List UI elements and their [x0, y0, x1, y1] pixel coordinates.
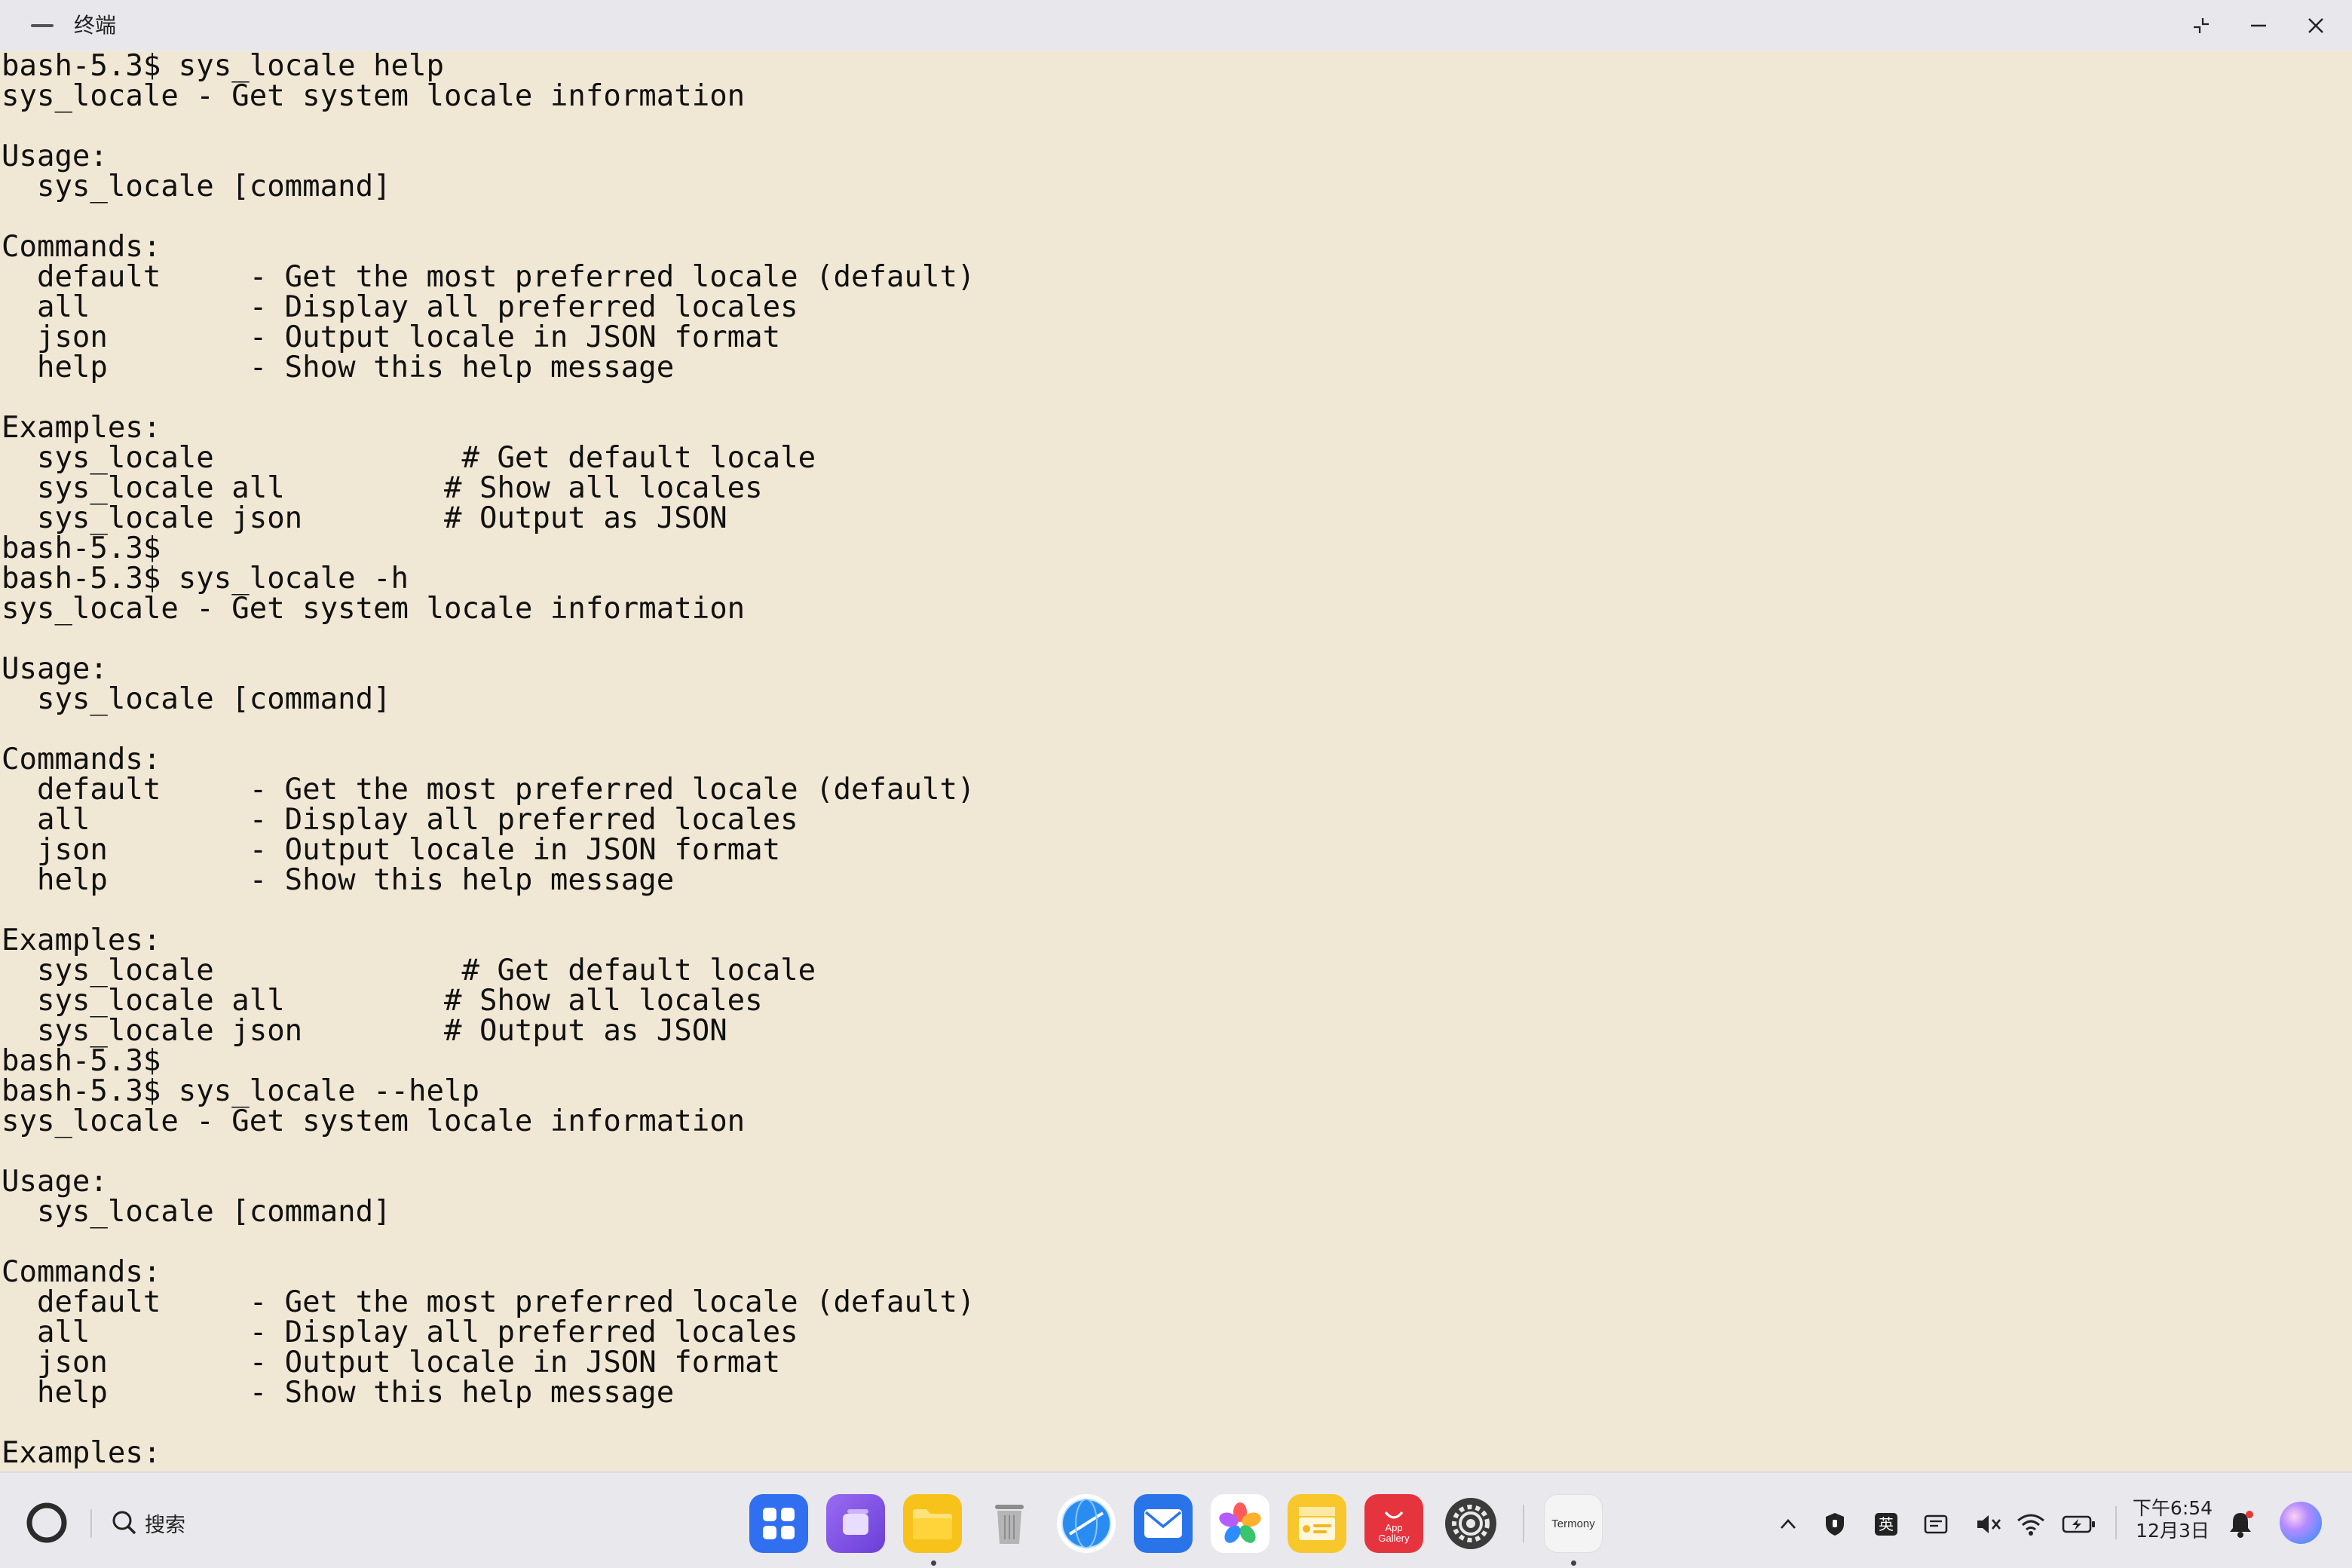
search-label: 搜索	[145, 1513, 185, 1537]
multitask-icon[interactable]	[826, 1494, 885, 1553]
terminal-line: sys_locale [command]	[2, 1195, 391, 1229]
browser-icon[interactable]	[1057, 1494, 1116, 1553]
security-shield-icon[interactable]	[1820, 1509, 1850, 1539]
terminal-window: 终端 bash-5.3$ sys_locale help sys_locale -…	[0, 0, 2352, 1470]
termony-label: Termony	[1551, 1517, 1595, 1530]
clock-date: 12月3日	[2136, 1520, 2210, 1542]
terminal-line: Examples:	[2, 411, 161, 445]
clock-time: 下午6:54	[2132, 1497, 2213, 1519]
dock-divider	[1523, 1505, 1524, 1542]
terminal-line: default - Get the most preferred locale …	[2, 260, 975, 294]
termony-icon[interactable]: Termony	[1544, 1494, 1603, 1553]
divider	[90, 1509, 92, 1538]
terminal-line: help - Show this help message	[2, 1376, 675, 1410]
terminal-line: json - Output locale in JSON format	[2, 833, 781, 867]
terminal-line: bash-5.3$	[2, 1044, 161, 1078]
clipboard-icon[interactable]	[1921, 1509, 1951, 1539]
search-icon	[110, 1508, 139, 1537]
app-gallery-label-2: Gallery	[1378, 1533, 1410, 1544]
terminal-line: sys_locale - Get system locale informati…	[2, 592, 746, 626]
trash-icon[interactable]	[980, 1494, 1039, 1553]
terminal-line: sys_locale [command]	[2, 682, 391, 716]
tray-divider	[2115, 1506, 2117, 1539]
volume-muted-icon[interactable]	[1974, 1509, 2004, 1539]
notes-icon[interactable]	[1288, 1494, 1346, 1553]
terminal-line: sys_locale # Get default locale	[2, 954, 816, 988]
search-button[interactable]: 搜索	[110, 1506, 201, 1539]
restore-icon[interactable]	[2185, 11, 2218, 41]
mail-icon[interactable]	[1134, 1494, 1193, 1553]
terminal-line: sys_locale json # Output as JSON	[2, 1014, 727, 1048]
terminal-line: default - Get the most preferred locale …	[2, 773, 975, 807]
clock[interactable]: 下午6:54 12月3日	[2129, 1497, 2216, 1542]
ime-label: 英	[1875, 1513, 1897, 1536]
notification-bell-icon[interactable]	[2225, 1509, 2256, 1539]
terminal-line: Commands:	[2, 230, 161, 264]
running-indicator	[931, 1560, 936, 1566]
files-icon[interactable]	[903, 1494, 962, 1553]
terminal-line: Examples:	[2, 1436, 161, 1470]
terminal-line: Usage:	[2, 139, 108, 173]
terminal-line: Commands:	[2, 1255, 161, 1289]
terminal-line: all - Display all preferred locales	[2, 803, 798, 837]
minimize-icon[interactable]	[2242, 11, 2275, 41]
terminal-line: all - Display all preferred locales	[2, 290, 798, 324]
terminal-line: sys_locale - Get system locale informati…	[2, 1104, 746, 1138]
terminal-line: Examples:	[2, 923, 161, 957]
input-method-icon[interactable]: 英	[1871, 1509, 1901, 1539]
settings-icon[interactable]	[1441, 1494, 1500, 1553]
terminal-line: Commands:	[2, 743, 161, 776]
photos-icon[interactable]	[1211, 1494, 1269, 1553]
close-icon[interactable]	[2299, 11, 2332, 41]
terminal-line: help - Show this help message	[2, 351, 675, 384]
terminal-output[interactable]: bash-5.3$ sys_locale help sys_locale - Ge…	[0, 51, 2352, 1470]
terminal-line: Usage:	[2, 652, 108, 686]
app-launcher-icon[interactable]	[749, 1494, 808, 1553]
battery-icon[interactable]	[2061, 1509, 2097, 1539]
running-indicator	[1571, 1560, 1576, 1566]
terminal-line: sys_locale - Get system locale informati…	[2, 79, 746, 113]
terminal-line: bash-5.3$	[2, 531, 161, 565]
terminal-line: sys_locale [command]	[2, 170, 391, 204]
terminal-line: json - Output locale in JSON format	[2, 320, 781, 354]
terminal-line: bash-5.3$ sys_locale --help	[2, 1074, 479, 1108]
wifi-icon[interactable]	[2016, 1509, 2046, 1539]
terminal-line: sys_locale all # Show all locales	[2, 471, 763, 505]
title-bar[interactable]: 终端	[0, 0, 2352, 51]
chevron-up-icon[interactable]	[1773, 1509, 1803, 1539]
terminal-line: all - Display all preferred locales	[2, 1315, 798, 1349]
termony-app-icon	[29, 17, 56, 35]
terminal-line: bash-5.3$ sys_locale help	[2, 51, 444, 83]
window-title: 终端	[74, 13, 117, 38]
terminal-line: bash-5.3$ sys_locale -h	[2, 562, 409, 596]
terminal-line: sys_locale json # Output as JSON	[2, 501, 727, 535]
app-gallery-label-1: App	[1385, 1522, 1403, 1533]
terminal-line: Usage:	[2, 1165, 108, 1199]
assistant-orb-icon[interactable]	[2278, 1500, 2323, 1545]
terminal-line: json - Output locale in JSON format	[2, 1346, 781, 1380]
terminal-line: sys_locale # Get default locale	[2, 441, 816, 475]
terminal-line: sys_locale all # Show all locales	[2, 984, 763, 1018]
terminal-line: help - Show this help message	[2, 863, 675, 897]
taskbar: 搜索 App Gallery Termony 英 下午6:54 12月3日	[0, 1472, 2352, 1568]
terminal-line: default - Get the most preferred locale …	[2, 1285, 975, 1319]
app-gallery-icon[interactable]: App Gallery	[1364, 1494, 1423, 1553]
start-button[interactable]	[26, 1502, 68, 1544]
